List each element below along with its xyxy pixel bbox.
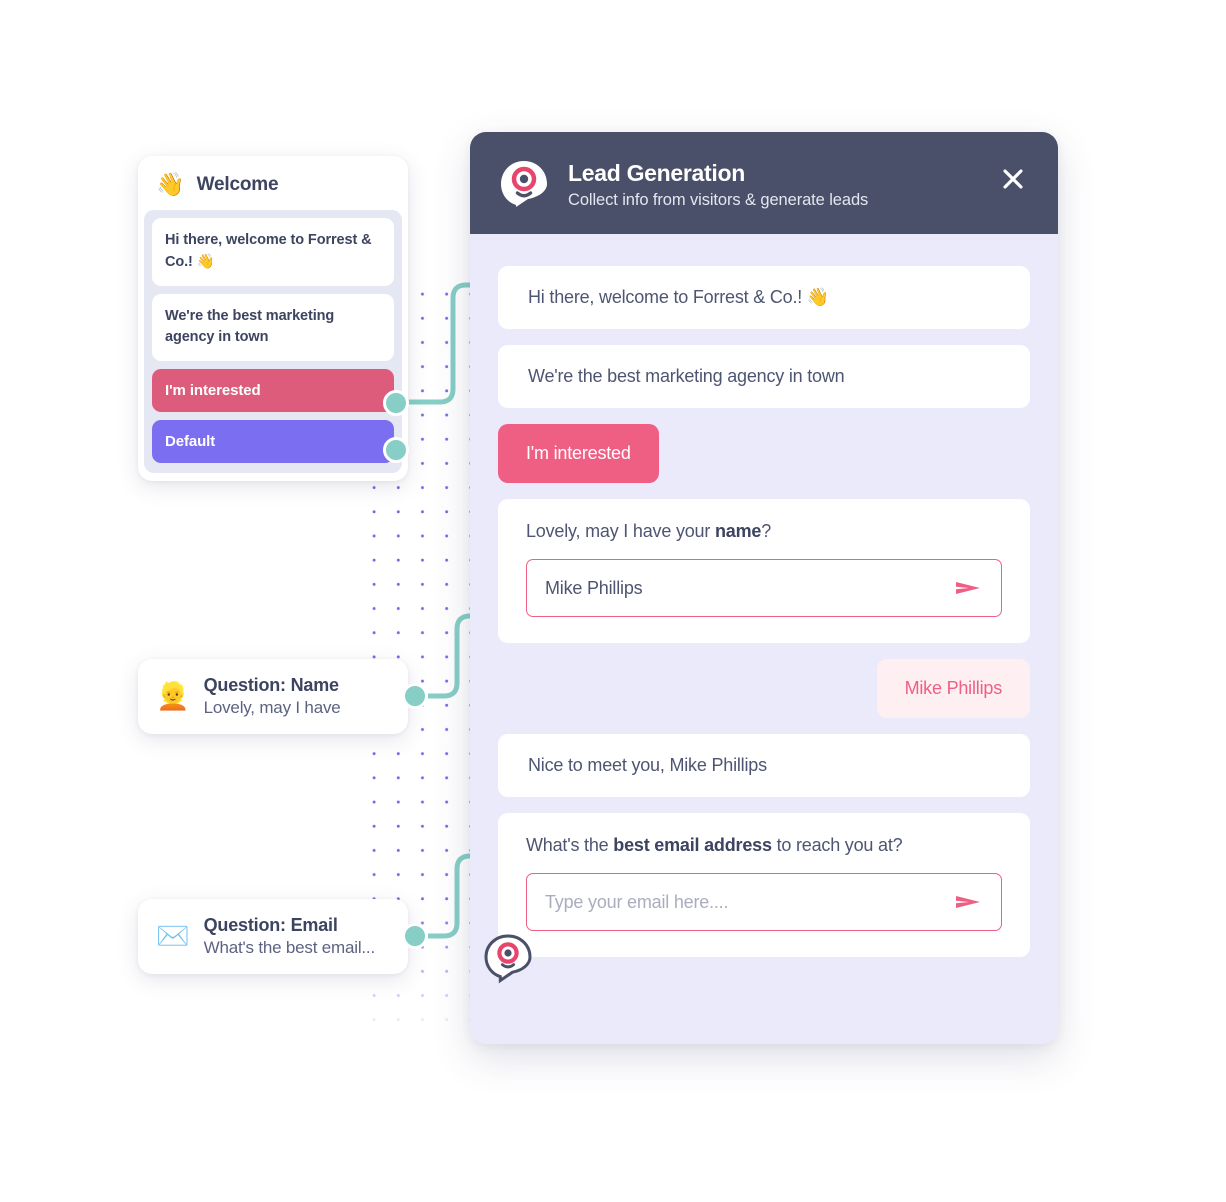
bot-message: Nice to meet you, Mike Phillips <box>498 734 1030 797</box>
flow-message: Hi there, welcome to Forrest & Co.! 👋 <box>152 218 394 286</box>
flow-node-title: Question: Email <box>203 915 338 935</box>
user-message: Mike Phillips <box>876 659 1030 718</box>
email-input[interactable] <box>545 891 953 913</box>
question-prompt: What's the best email address to reach y… <box>526 835 1002 856</box>
connector-dot-default[interactable] <box>383 437 409 463</box>
chat-widget: Lead Generation Collect info from visito… <box>470 132 1058 1044</box>
name-input[interactable] <box>545 577 953 599</box>
connector-dot-email[interactable] <box>402 923 428 949</box>
person-blond-hair-emoji: 👱 <box>156 681 190 711</box>
send-arrow-icon <box>956 582 980 594</box>
prompt-text-after: ? <box>761 521 772 541</box>
flow-node-question-email[interactable]: ✉️ Question: Email What's the best email… <box>138 899 408 974</box>
question-prompt: Lovely, may I have your name? <box>526 521 1002 542</box>
option-button-interested[interactable]: I'm interested <box>498 424 659 483</box>
close-icon <box>1003 169 1023 189</box>
flow-node-title: Question: Name <box>203 675 339 695</box>
bot-avatar-icon <box>484 934 532 984</box>
chat-header: Lead Generation Collect info from visito… <box>470 132 1058 234</box>
flow-node-subtitle: Lovely, may I have <box>203 698 341 717</box>
prompt-text-before: What's the <box>526 835 614 855</box>
lead-generation-logo <box>501 161 547 207</box>
flow-node-question-name[interactable]: 👱 Question: Name Lovely, may I have <box>138 659 408 734</box>
question-card-name: Lovely, may I have your name? <box>498 499 1030 643</box>
prompt-text-before: Lovely, may I have your <box>526 521 715 541</box>
flow-option-interested[interactable]: I'm interested <box>152 369 394 412</box>
bot-message: Hi there, welcome to Forrest & Co.! 👋 <box>498 266 1030 329</box>
waving-hand-emoji: 👋 <box>156 171 185 197</box>
email-input-row[interactable] <box>526 873 1002 931</box>
flow-option-default[interactable]: Default <box>152 420 394 463</box>
connector-dot-name[interactable] <box>402 683 428 709</box>
flow-node-welcome[interactable]: 👋 Welcome Hi there, welcome to Forrest &… <box>138 156 408 481</box>
flow-node-header: 👋 Welcome <box>138 156 408 210</box>
send-button-email[interactable] <box>953 890 983 914</box>
question-card-email: What's the best email address to reach y… <box>498 813 1030 957</box>
widget-subtitle: Collect info from visitors & generate le… <box>568 191 869 209</box>
prompt-text-bold: best email address <box>613 835 772 855</box>
send-arrow-icon <box>956 896 980 908</box>
flow-node-title: Welcome <box>196 173 279 195</box>
widget-title: Lead Generation <box>568 160 745 186</box>
flow-message: We're the best marketing agency in town <box>152 293 394 361</box>
envelope-emoji: ✉️ <box>156 921 190 951</box>
name-input-row[interactable] <box>526 559 1002 617</box>
prompt-text-bold: name <box>714 521 762 541</box>
flow-node-subtitle: What's the best email... <box>203 938 376 957</box>
close-button[interactable] <box>996 162 1030 196</box>
flow-node-body: Hi there, welcome to Forrest & Co.! 👋 We… <box>144 210 402 473</box>
prompt-text-after: to reach you at? <box>771 835 903 855</box>
connector-dot-interested[interactable] <box>383 390 409 416</box>
chat-message-list: Hi there, welcome to Forrest & Co.! 👋 We… <box>470 234 1058 1044</box>
canvas: 👋 Welcome Hi there, welcome to Forrest &… <box>0 0 1226 1202</box>
bot-message: We're the best marketing agency in town <box>498 345 1030 408</box>
send-button-name[interactable] <box>953 576 983 600</box>
